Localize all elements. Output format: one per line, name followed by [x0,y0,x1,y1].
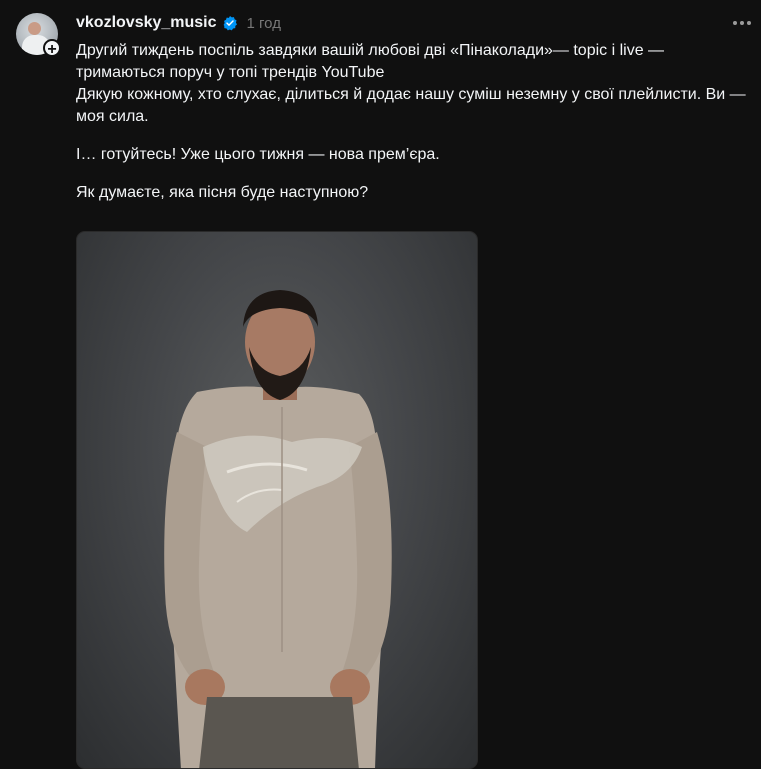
post-caption: Другий тиждень поспіль завдяки вашій люб… [76,40,746,220]
more-horizontal-icon [733,21,751,25]
post-image[interactable] [76,231,478,769]
post-time[interactable]: 1 год [247,15,281,32]
more-options-button[interactable] [731,12,753,34]
caption-paragraph: І… готуйтесь! Уже цього тижня — нова пре… [76,146,440,163]
portrait-illustration [164,290,392,768]
verified-badge-icon [223,16,237,31]
thread-post: + vkozlovsky_music 1 год Другий тиждень … [0,0,761,769]
follow-plus-icon[interactable]: + [43,39,61,58]
caption-paragraph: Дякую кожному, хто слухає, ділиться й до… [76,86,746,125]
username-link[interactable]: vkozlovsky_music [76,14,217,32]
profile-avatar[interactable]: + [16,13,61,58]
caption-paragraph: Другий тиждень поспіль завдяки вашій люб… [76,42,665,81]
caption-paragraph: Як думаєте, яка пісня буде наступною? [76,184,369,201]
post-header: vkozlovsky_music 1 год [76,12,281,34]
